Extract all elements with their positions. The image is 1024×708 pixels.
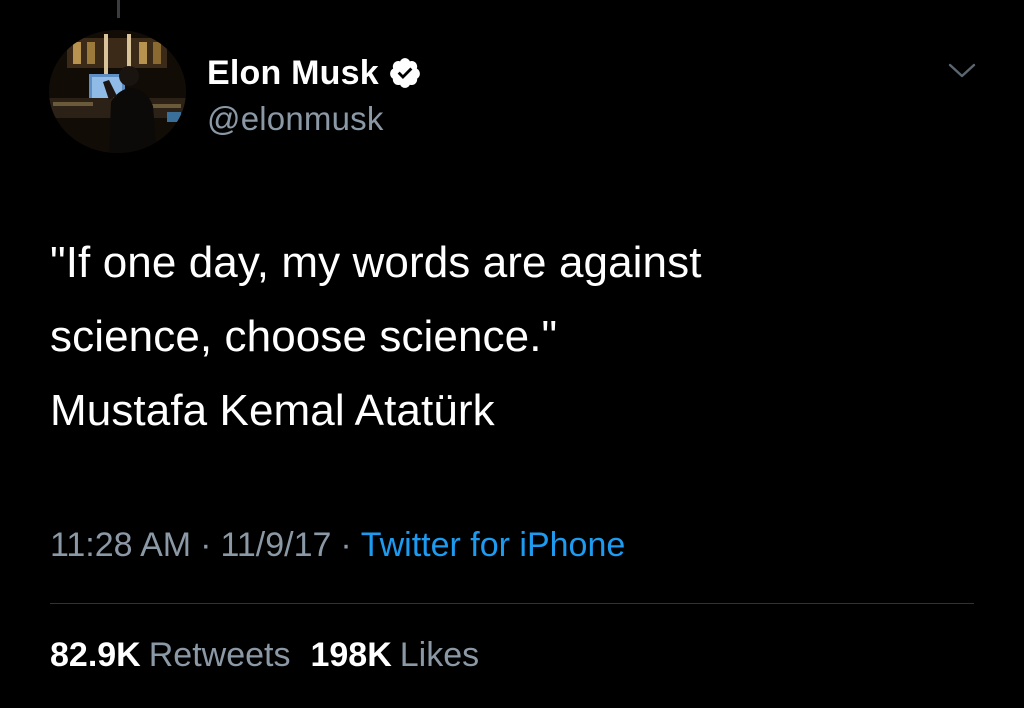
meta-separator: · <box>340 526 352 564</box>
engagement-stats: 82.9K Retweets 198K Likes <box>50 636 479 675</box>
author-block: Elon Musk @elonmusk <box>207 52 422 138</box>
chevron-down-icon <box>948 63 976 78</box>
retweets-count: 82.9K <box>50 636 141 674</box>
author-name-row: Elon Musk <box>207 52 422 94</box>
tweet-text-line: science, choose science." <box>50 312 558 361</box>
likes-stat[interactable]: 198K Likes <box>310 636 479 675</box>
tweet-detail: Elon Musk @elonmusk "If one day, my word… <box>0 0 1024 708</box>
profile-photo <box>49 30 186 153</box>
verified-badge-icon <box>388 56 422 90</box>
retweets-label: Retweets <box>148 636 291 674</box>
author-display-name[interactable]: Elon Musk <box>207 54 379 93</box>
likes-count: 198K <box>310 636 392 674</box>
divider <box>50 603 974 604</box>
tweet-text: "If one day, my words are against scienc… <box>50 226 980 448</box>
tweet-metadata: 11:28 AM · 11/9/17 · Twitter for iPhone <box>50 526 625 565</box>
tweet-date[interactable]: 11/9/17 <box>220 526 331 564</box>
tweet-text-line: "If one day, my words are against <box>50 238 702 287</box>
tweet-menu-button[interactable] <box>944 56 980 86</box>
tweet-time[interactable]: 11:28 AM <box>50 526 191 564</box>
retweets-stat[interactable]: 82.9K Retweets <box>50 636 290 675</box>
likes-label: Likes <box>399 636 480 674</box>
tweet-source-link[interactable]: Twitter for iPhone <box>361 526 626 564</box>
meta-separator: · <box>200 526 212 564</box>
tweet-text-line: Mustafa Kemal Atatürk <box>50 386 495 435</box>
avatar[interactable] <box>49 30 186 153</box>
author-handle[interactable]: @elonmusk <box>207 100 422 138</box>
